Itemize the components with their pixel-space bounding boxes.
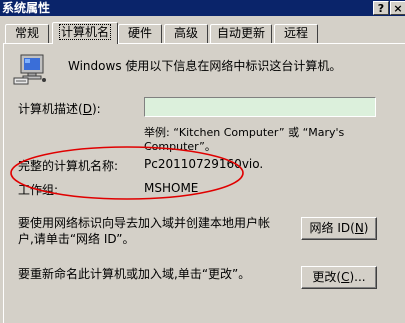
tab-strip: 常规 计算机名 硬件 高级 自动更新 远程: [0, 22, 405, 44]
rename-text: 要重新命名此计算机或加入域,单击“更改”。: [18, 267, 251, 281]
window-title: 系统属性: [2, 1, 51, 15]
network-id-button[interactable]: 网络 ID(N): [301, 217, 377, 240]
tab-panel: Windows 使用以下信息在网络中标识这台计算机。 计算机描述(D): 举例:…: [3, 43, 405, 323]
title-bar: 系统属性 ? ×: [0, 0, 405, 16]
computer-icon: [13, 54, 46, 85]
tab-remote[interactable]: 远程: [274, 24, 318, 43]
description-field[interactable]: [144, 97, 376, 117]
annotation-ellipse: [10, 146, 244, 200]
description-label: 计算机描述(D):: [18, 102, 101, 116]
network-id-text-line1: 要使用网络标识向导去加入域并创建本地用户帐: [18, 216, 271, 230]
tab-hardware[interactable]: 硬件: [118, 24, 162, 43]
tab-advanced[interactable]: 高级: [164, 24, 208, 43]
tab-computer-name[interactable]: 计算机名: [52, 22, 118, 44]
tab-general[interactable]: 常规: [5, 24, 49, 43]
help-button[interactable]: ?: [373, 1, 389, 15]
network-id-text-line2: 户,请单击“网络 ID”。: [18, 232, 135, 246]
change-button[interactable]: 更改(C)...: [301, 266, 377, 289]
close-button[interactable]: ×: [390, 1, 405, 15]
info-text: Windows 使用以下信息在网络中标识这台计算机。: [68, 59, 342, 73]
tab-automatic-updates[interactable]: 自动更新: [210, 24, 272, 43]
